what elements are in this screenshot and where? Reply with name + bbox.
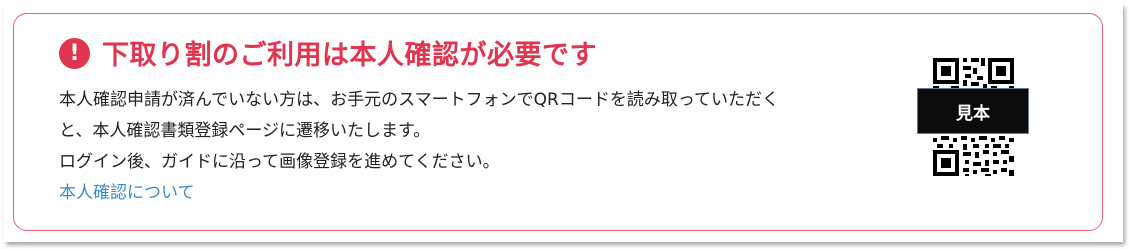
- sample-label: 見本: [917, 88, 1029, 134]
- notice-body-line: と、本人確認書類登録ページに遷移いたします。: [59, 121, 431, 141]
- notice-body: 本人確認申請が済んでいない方は、お手元のスマートフォンでQRコードを読み取ってい…: [59, 85, 879, 209]
- exclamation-circle-icon: !: [59, 37, 90, 69]
- notice-title: 下取り割のご利用は本人確認が必要です: [102, 39, 597, 71]
- notice-body-line: 本人確認申請が済んでいない方は、お手元のスマートフォンでQRコードを読み取ってい…: [59, 90, 779, 110]
- notice-body-line: ログイン後、ガイドに沿って画像登録を進めてください。: [59, 152, 500, 172]
- page: ! 下取り割のご利用は本人確認が必要です 本人確認申請が済んでいない方は、お手元…: [0, 0, 1129, 249]
- notice-heading: ! 下取り割のご利用は本人確認が必要です: [59, 32, 597, 72]
- identity-verification-info-link[interactable]: 本人確認について: [59, 178, 879, 209]
